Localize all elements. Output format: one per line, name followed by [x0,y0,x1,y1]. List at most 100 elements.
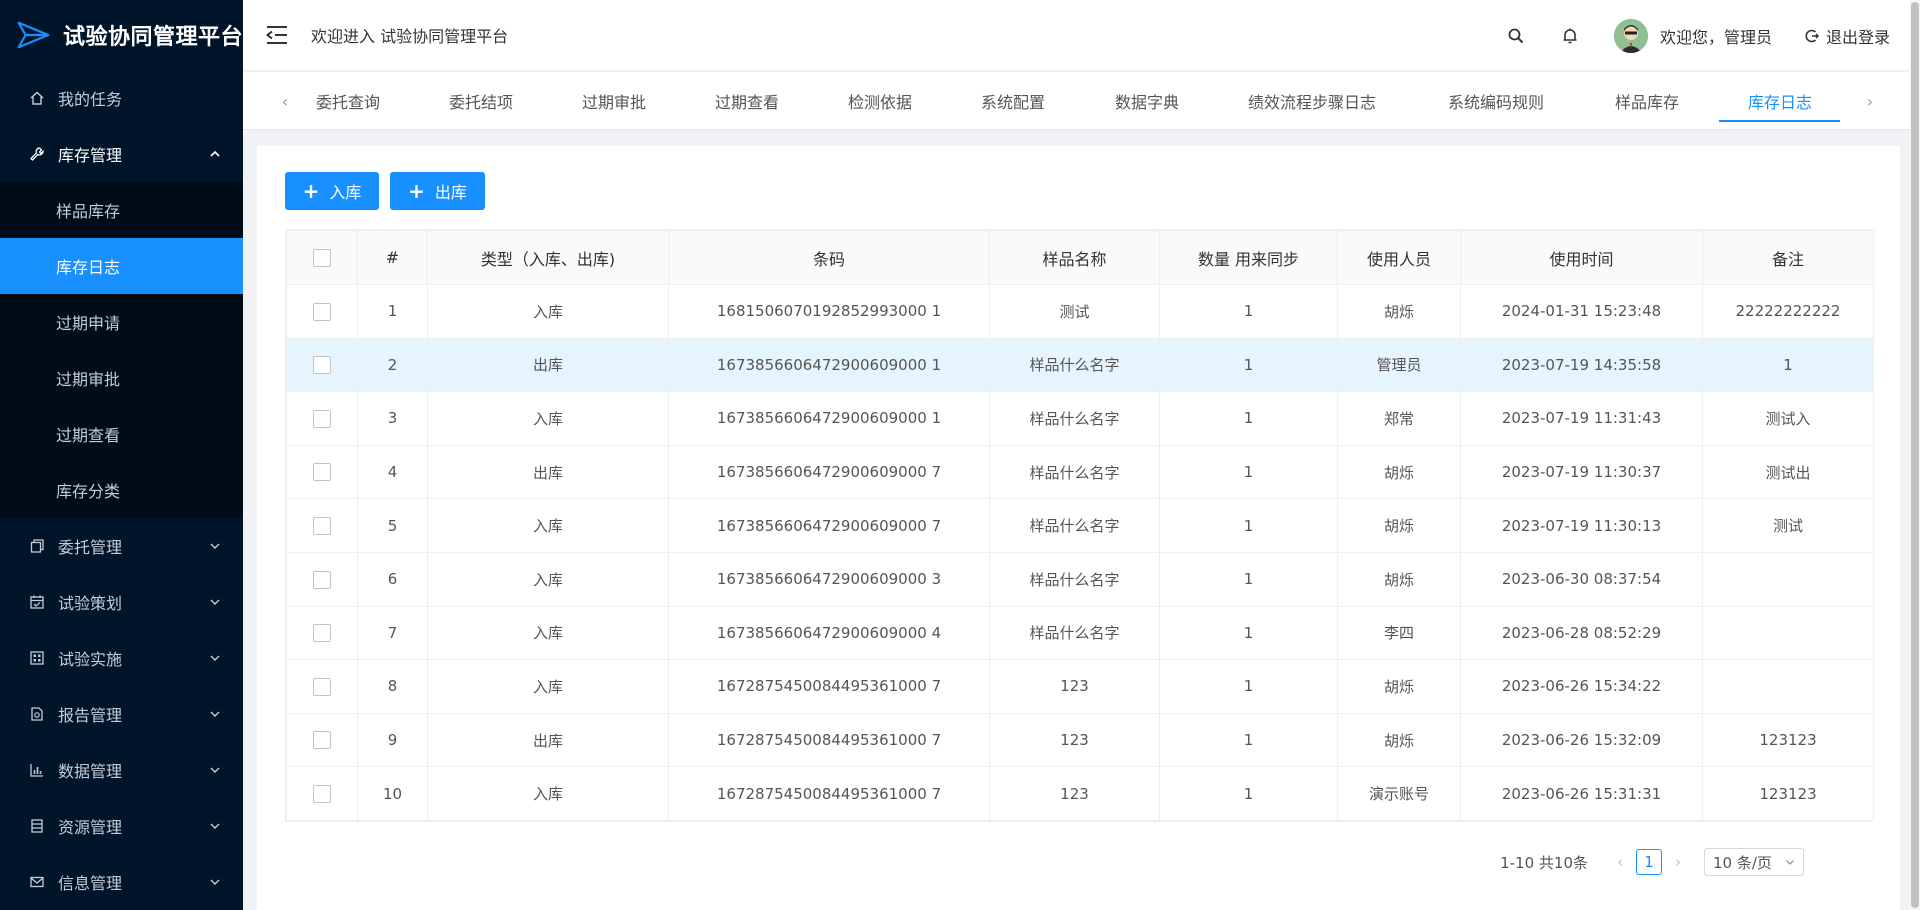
logout-button[interactable]: 退出登录 [1804,24,1890,48]
table-row[interactable]: 8 入库 1672875450084495361000 7 123 1 胡烁 2023-06… [286,659,1874,714]
sidebar-item-reports[interactable]: 报告管理 [0,686,243,742]
stock-in-button[interactable]: + 入库 [285,172,379,210]
sidebar-item-expiry-apply[interactable]: 过期申请 [0,294,243,350]
table-cell: 样品什么名字 [989,551,1160,607]
sidebar-item-info[interactable]: 信息管理 [0,854,243,910]
table-cell: 出库 [427,444,669,500]
table-cell: 测试出 [1702,444,1874,500]
database-icon [28,817,46,835]
paper-plane-logo-icon [17,21,50,49]
row-checkbox-cell[interactable] [286,712,358,768]
page-size-value: 10 条/页 [1713,853,1772,872]
table-cell: 1672875450084495361000 7 [668,712,990,768]
table-cell: 1673856606472900609000 1 [668,391,990,446]
chevron-down-icon [210,823,220,829]
column-header: 备注 [1702,230,1874,285]
table-cell: 管理员 [1337,337,1461,393]
row-checkbox[interactable] [313,570,331,589]
prev-page-icon[interactable]: ‹ [1608,853,1632,871]
row-checkbox[interactable] [313,302,331,321]
row-checkbox-cell[interactable] [286,337,358,393]
row-checkbox[interactable] [313,677,331,696]
row-checkbox[interactable] [313,356,331,375]
table-row[interactable]: 9 出库 1672875450084495361000 7 123 1 胡烁 2023-06… [286,712,1874,768]
row-checkbox[interactable] [313,516,331,535]
sidebar-item-my-tasks[interactable]: 我的任务 [0,70,243,126]
next-page-icon[interactable]: › [1666,853,1690,871]
table-cell: 1 [1159,659,1338,714]
avatar[interactable] [1613,18,1648,53]
sidebar-item-expiry-view[interactable]: 过期查看 [0,406,243,462]
table-row[interactable]: 4 出库 1673856606472900609000 7 样品什么名字 1 胡烁 2023… [286,444,1874,500]
tabs-scroll-left-icon[interactable]: ‹ [270,72,300,130]
row-checkbox[interactable] [313,624,331,643]
plus-icon: + [302,179,320,203]
chevron-down-icon [210,543,220,549]
row-checkbox-cell[interactable] [286,605,358,661]
sidebar-item-data-management[interactable]: 数据管理 [0,742,243,798]
page-size-select[interactable]: 10 条/页 [1704,848,1804,876]
tab-commission-close[interactable]: 委托结项 [449,72,513,130]
table-row[interactable]: 10 入库 1672875450084495361000 7 123 1 演示账号 2023… [286,766,1874,821]
sidebar-item-stock-category[interactable]: 库存分类 [0,462,243,518]
sidebar: 试验协同管理平台 我的任务 库存管理 样品库存 库存日志 过期申请 过期审批 过… [0,0,243,910]
sidebar-item-commission[interactable]: 委托管理 [0,518,243,574]
table-row[interactable]: 3 入库 1673856606472900609000 1 样品什么名字 1 郑常 2023… [286,391,1874,446]
tab-sample-stock[interactable]: 样品库存 [1615,72,1679,130]
row-checkbox-cell[interactable] [286,444,358,500]
row-checkbox[interactable] [313,731,331,750]
tab-system-config[interactable]: 系统配置 [981,72,1045,130]
table-row[interactable]: 5 入库 1673856606472900609000 7 样品什么名字 1 胡烁 2023… [286,498,1874,553]
table-row[interactable]: 6 入库 1673856606472900609000 3 样品什么名字 1 胡烁 2023… [286,551,1874,607]
user-greeting[interactable]: 欢迎您，管理员 [1660,24,1772,48]
sidebar-item-stock-log[interactable]: 库存日志 [0,238,243,294]
tab-expiry-approve[interactable]: 过期审批 [582,72,646,130]
search-icon[interactable] [1506,26,1526,46]
row-checkbox[interactable] [313,409,331,428]
table-cell: 6 [357,551,428,607]
table-cell: 样品什么名字 [989,337,1160,393]
row-checkbox-cell[interactable] [286,391,358,446]
row-checkbox[interactable] [313,463,331,482]
row-checkbox-cell[interactable] [286,284,358,339]
table-cell: 胡烁 [1337,284,1461,339]
table-cell: 123123 [1702,712,1874,768]
tab-code-rules[interactable]: 系统编码规则 [1448,72,1544,130]
row-checkbox-cell[interactable] [286,659,358,714]
row-checkbox-cell[interactable] [286,551,358,607]
tab-test-basis[interactable]: 检测依据 [848,72,912,130]
sidebar-item-inventory[interactable]: 库存管理 [0,126,243,182]
grid-icon [28,649,46,667]
scrollbar-thumb[interactable] [1911,2,1919,908]
sidebar-item-expiry-approve[interactable]: 过期审批 [0,350,243,406]
table-cell: 出库 [427,712,669,768]
sidebar-item-label: 信息管理 [58,874,123,893]
row-checkbox-cell[interactable] [286,498,358,553]
page-number[interactable]: 1 [1636,849,1662,875]
plus-icon: + [408,179,425,203]
sidebar-item-sample-stock[interactable]: 样品库存 [0,182,243,238]
menu-fold-icon[interactable] [263,21,291,49]
table-cell: 1673856606472900609000 3 [668,551,990,607]
table-row[interactable]: 1 入库 1681506070192852993000 1 测试 1 胡烁 2024-01-… [286,284,1874,339]
table-cell: 演示账号 [1337,766,1461,821]
table-row[interactable]: 7 入库 1673856606472900609000 4 样品什么名字 1 李四 2023… [286,605,1874,661]
tabs-scroll-right-icon[interactable]: › [1855,72,1885,130]
sidebar-item-resources[interactable]: 资源管理 [0,798,243,854]
tab-commission-query[interactable]: 委托查询 [316,72,380,130]
select-all-checkbox[interactable] [313,249,331,268]
select-all-checkbox-cell[interactable] [286,230,358,285]
table-cell: 4 [357,444,428,500]
row-checkbox[interactable] [313,784,331,803]
stock-out-button[interactable]: + 出库 [390,172,485,210]
row-checkbox-cell[interactable] [286,766,358,821]
tab-expiry-view[interactable]: 过期查看 [715,72,779,130]
report-icon [28,705,46,723]
bell-icon[interactable] [1560,26,1580,46]
sidebar-item-test-execution[interactable]: 试验实施 [0,630,243,686]
sidebar-item-test-planning[interactable]: 试验策划 [0,574,243,630]
table-row[interactable]: 2 出库 1673856606472900609000 1 样品什么名字 1 管理员 202… [286,337,1874,393]
page-scrollbar[interactable] [1910,0,1920,910]
tab-data-dictionary[interactable]: 数据字典 [1115,72,1179,130]
tab-performance-log[interactable]: 绩效流程步骤日志 [1248,72,1376,130]
